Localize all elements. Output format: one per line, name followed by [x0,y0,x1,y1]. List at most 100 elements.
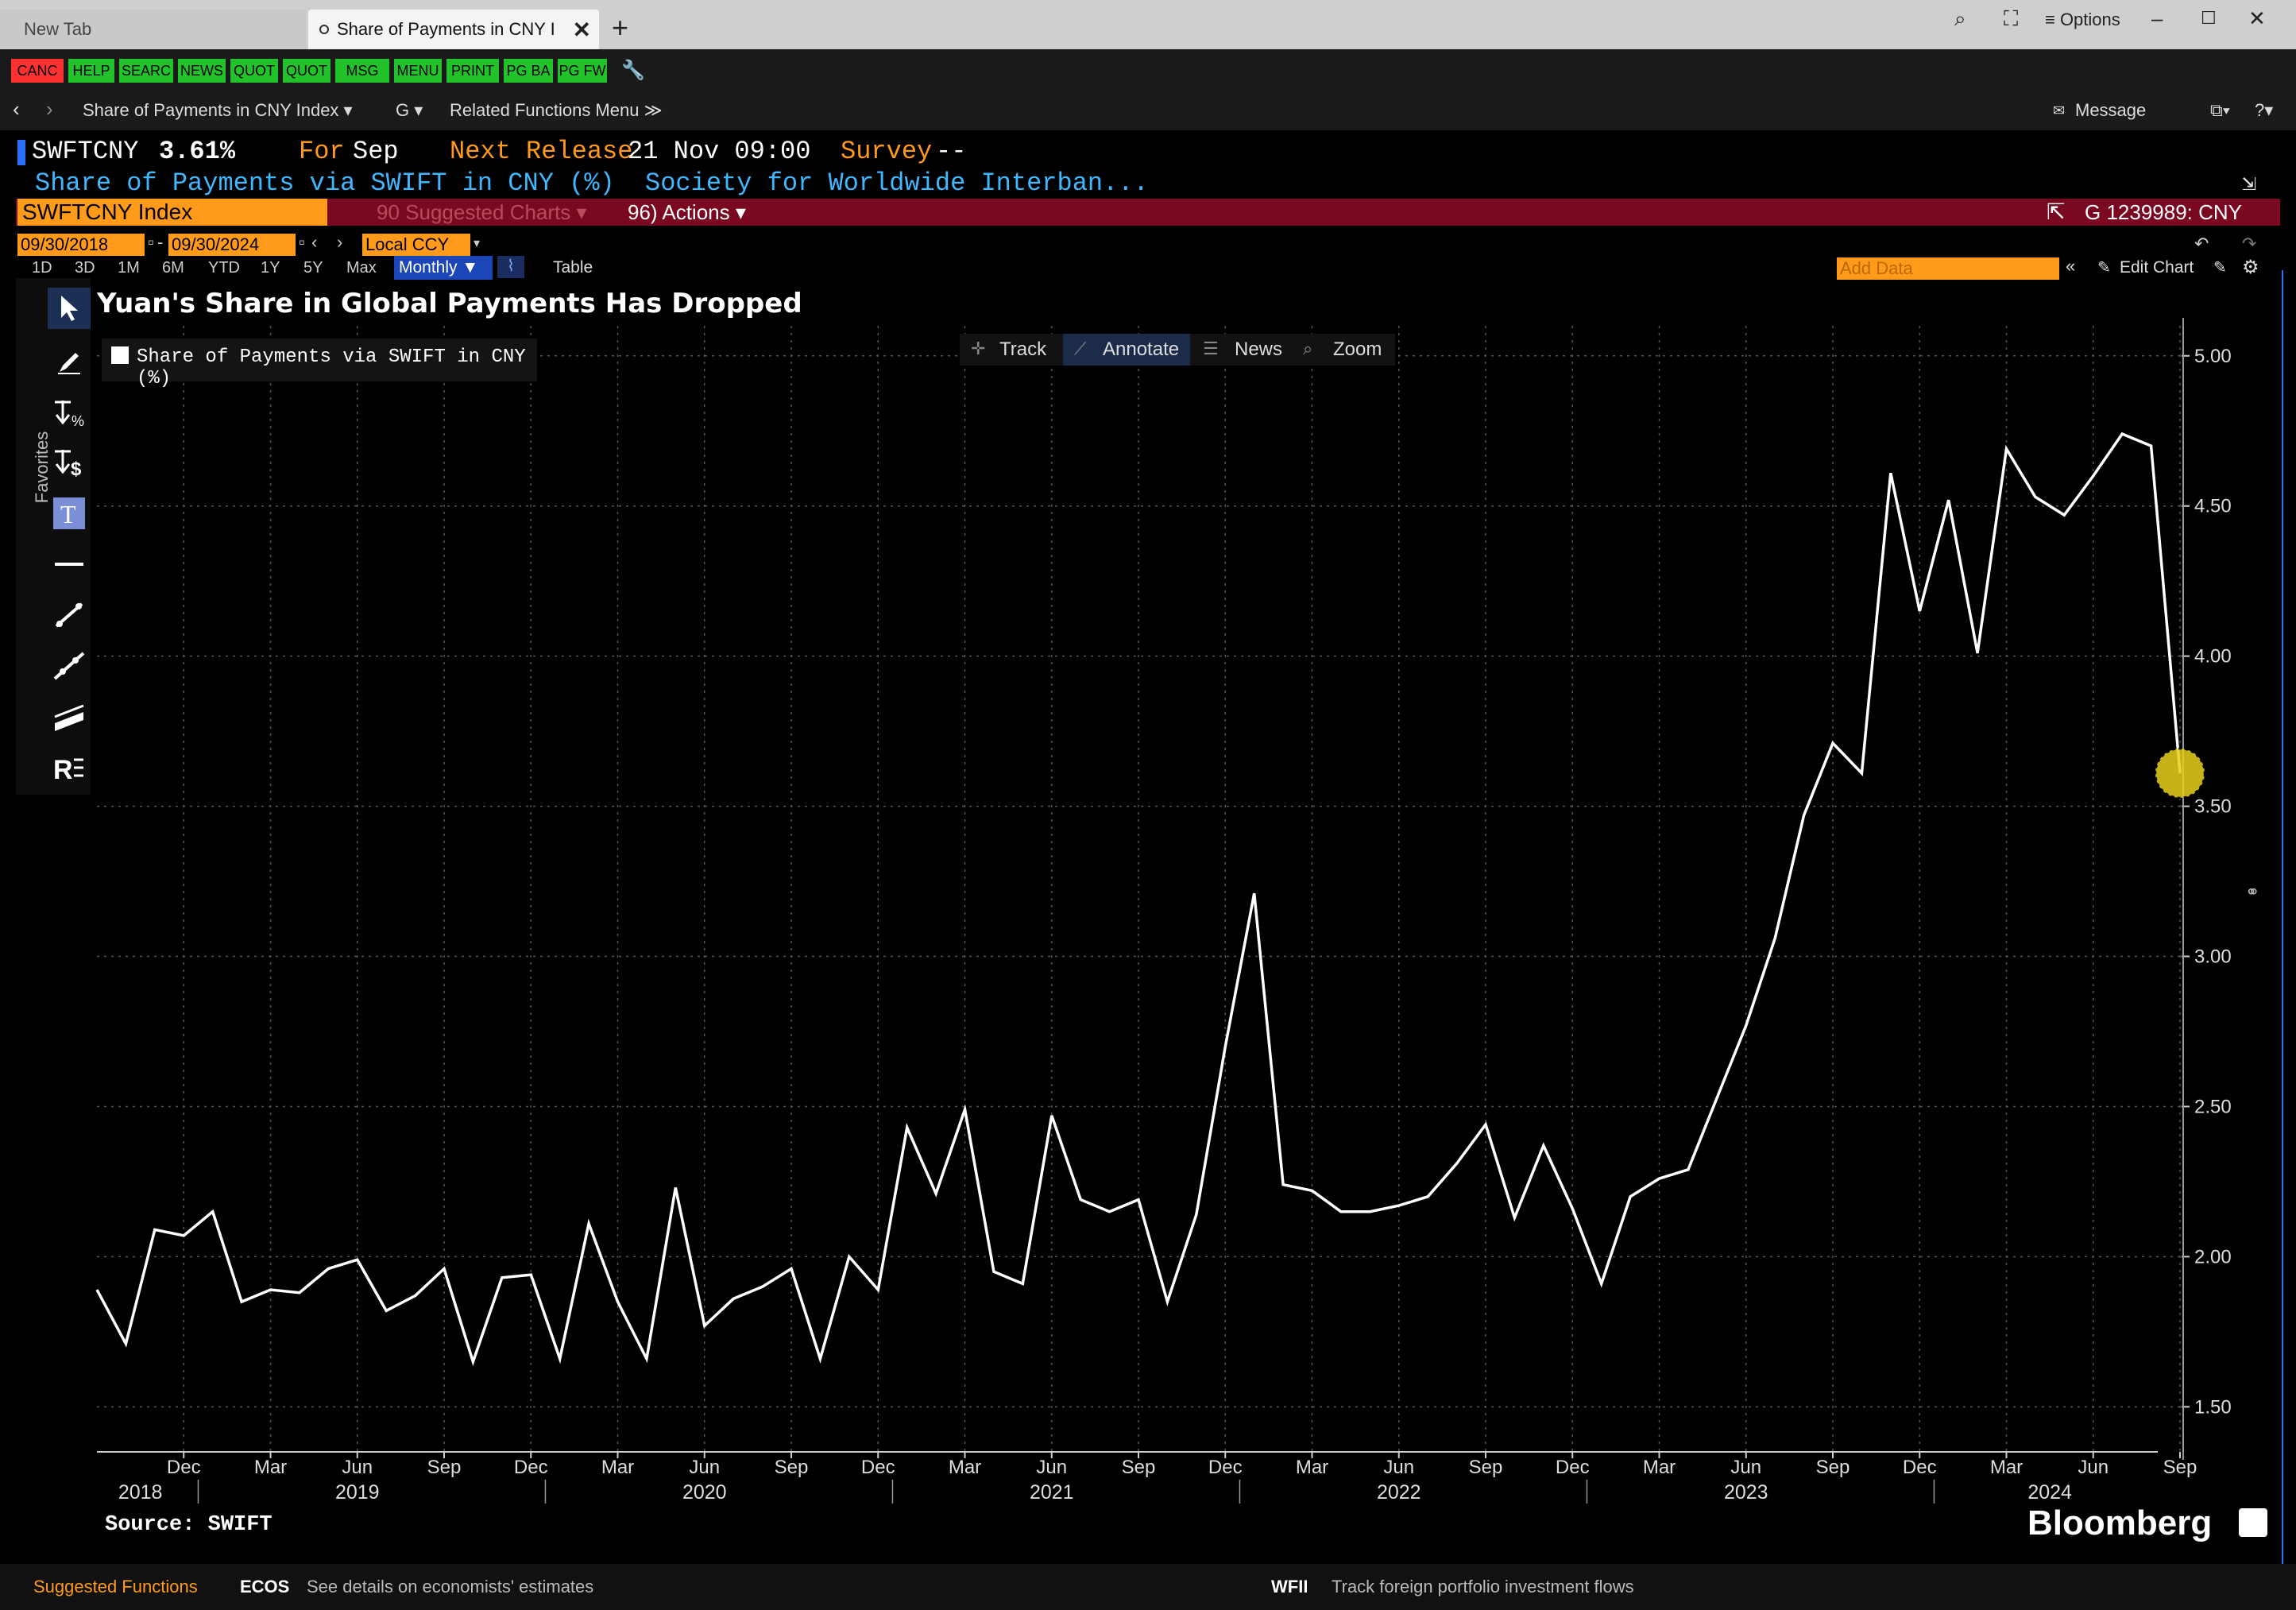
data-point [1455,1161,1459,1166]
year-label: 2018 [118,1481,163,1504]
track-button[interactable]: Track [999,339,1046,361]
zoom-button[interactable]: Zoom [1333,339,1382,361]
data-point [673,1185,678,1190]
data-point [528,1272,533,1277]
legend-series-label: Share of Payments via SWIFT in CNY (%) [137,346,526,389]
y-tick-label: 3.00 [2194,946,2232,968]
data-point [2091,474,2096,478]
data-point [1772,936,1777,941]
y-axis: 5.00 4.50 4.00 3.50 3.00 2.50 2.00 1.50 [2182,318,2232,1460]
data-point [500,1275,504,1280]
data-point [326,1267,330,1271]
data-point [789,1267,794,1271]
data-point [297,1291,302,1295]
bloomberg-logo: Bloomberg [2027,1504,2213,1542]
data-point [1107,1209,1112,1214]
data-point [991,1269,996,1274]
x-axis: Dec Mar Jun Sep Dec Mar Jun Sep Dec Mar Jun Sep Dec M… [97,1451,2197,1504]
data-point [123,1341,128,1346]
data-point [1078,1198,1083,1202]
data-point [211,1209,215,1214]
x-tick-label: Jun [2078,1457,2109,1478]
data-point [616,1299,620,1304]
data-point [1397,1203,1401,1208]
wfii-description[interactable]: Track foreign portfolio investment flows [1332,1577,1634,1597]
data-point [1541,1144,1546,1148]
data-point [760,1284,765,1289]
data-point [933,1191,938,1196]
news-icon: ☰ [1203,339,1219,358]
series-points [123,432,2206,1361]
data-point [1975,651,1980,656]
y-tick-label: 4.50 [2194,496,2232,517]
data-point [1136,1198,1141,1202]
chart-source: Source: SWIFT [105,1513,273,1537]
x-tick-label: Jun [689,1457,720,1478]
year-label: 2022 [1377,1481,1421,1504]
data-point [1165,1299,1169,1304]
data-point [1049,1113,1054,1118]
ecos-description[interactable]: See details on economists' estimates [307,1577,593,1597]
x-tick-label: Sep [1122,1457,1156,1478]
data-point [2120,432,2124,436]
data-point [2033,494,2038,499]
x-tick-label: Mar [254,1457,287,1478]
data-point [1946,497,1951,502]
annotate-icon: ⟋ [1074,339,1087,358]
data-point [875,1287,880,1292]
data-point [239,1299,244,1304]
x-tick-label: Dec [861,1457,895,1478]
chart-title: Yuan's Share in Global Payments Has Drop… [97,288,802,319]
ecos-code[interactable]: ECOS [240,1577,289,1597]
data-point [644,1357,649,1361]
x-tick-label: Sep [775,1457,809,1478]
chart-grid [97,326,2186,1452]
x-tick-label: Mar [601,1457,634,1478]
x-tick-label: Jun [1383,1457,1414,1478]
bloomberg-terminal-window: New Tab Share of Payments in CNY I ✕ + ⌕… [0,0,2296,1610]
x-tick-label: Mar [949,1457,981,1478]
x-tick-label: Dec [1556,1457,1590,1478]
legend-swatch[interactable] [111,346,129,364]
data-point [1657,1176,1662,1181]
year-label: 2019 [335,1481,380,1504]
data-point [1686,1167,1691,1172]
y-tick-label: 2.50 [2194,1096,2232,1117]
x-tick-label: Dec [1903,1457,1937,1478]
x-tick-label: Jun [1730,1457,1761,1478]
wfii-code[interactable]: WFII [1271,1577,1308,1597]
data-point [905,1125,910,1130]
data-point [1830,741,1835,745]
data-point [702,1323,707,1328]
x-tick-label: Sep [427,1457,462,1478]
data-point [1425,1194,1430,1199]
data-point [1310,1188,1315,1193]
annotate-button[interactable]: Annotate [1103,339,1179,361]
link-icon[interactable]: ⚭ [2245,882,2259,903]
x-tick-label: Mar [1296,1457,1328,1478]
year-label: 2024 [2027,1481,2072,1504]
x-tick-label: Mar [1990,1457,2023,1478]
news-button[interactable]: News [1235,339,1282,361]
suggested-functions-label: Suggested Functions [33,1577,198,1596]
bloomberg-logo-icon [2239,1508,2267,1537]
footer-bar: Suggested Functions ECOS See details on … [0,1564,2296,1610]
data-point [1744,1023,1749,1028]
data-point [1859,771,1864,776]
y-tick-label: 3.50 [2194,796,2232,818]
data-point [2149,443,2154,448]
data-point [413,1294,418,1298]
data-point [963,1107,968,1112]
data-point [355,1257,360,1262]
data-point [1483,1122,1488,1127]
x-tick-label: Sep [1469,1457,1503,1478]
data-point [1888,470,1893,475]
year-label: 2023 [1724,1481,1768,1504]
data-point [153,1227,157,1232]
data-point [586,1221,591,1226]
data-point [1599,1281,1604,1286]
data-point [847,1254,852,1259]
zoom-icon: ⌕ [1303,339,1313,358]
x-tick-label: Jun [1036,1457,1067,1478]
chart[interactable]: 5.00 4.50 4.00 3.50 3.00 2.50 2.00 1.50 Dec Mar J… [0,0,2296,1610]
